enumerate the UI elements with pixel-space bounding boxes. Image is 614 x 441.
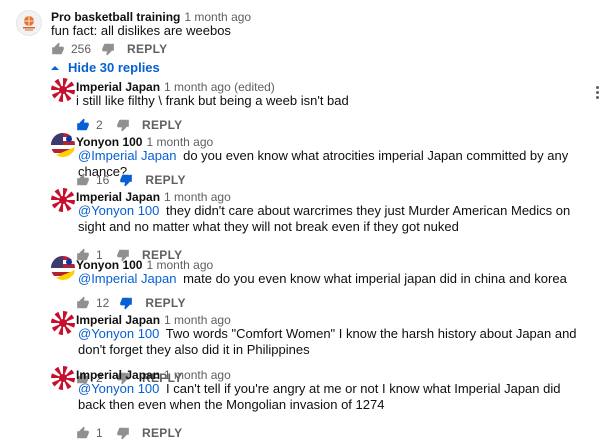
reply-mention-link[interactable]: @Imperial Japan (78, 148, 176, 163)
reply-text: mate do you even know what imperial japa… (183, 271, 567, 286)
reply-author[interactable]: Yonyon 100 (76, 135, 142, 149)
rising-sun-flag-icon (51, 188, 75, 212)
reply-time[interactable]: 1 month ago (146, 258, 213, 272)
reply-author[interactable]: Imperial Japan (76, 190, 160, 204)
reply-button[interactable]: REPLY (145, 296, 185, 310)
thumbs-up-icon[interactable] (76, 173, 90, 187)
flag-avatar-icon (51, 256, 75, 280)
avatar[interactable] (51, 188, 75, 212)
avatar[interactable] (51, 78, 75, 102)
comment-author[interactable]: Pro basketball training (51, 10, 180, 24)
reply-button[interactable]: REPLY (127, 42, 167, 56)
comment-text: fun fact: all dislikes are weebos (51, 23, 231, 38)
reply-mention-link[interactable]: @Imperial Japan (78, 271, 176, 286)
reply-time[interactable]: 1 month ago (edited) (164, 80, 275, 94)
reply-button[interactable]: REPLY (142, 118, 182, 132)
reply-text-block: i still like filthy \ frank but being a … (76, 93, 596, 109)
like-count: 1 (96, 426, 103, 440)
comment-time[interactable]: 1 month ago (184, 10, 251, 24)
basketball-logo-icon (23, 16, 35, 31)
thumbs-down-icon[interactable] (116, 426, 130, 440)
reply-actions: 1 REPLY (76, 425, 182, 441)
reply-button[interactable]: REPLY (145, 173, 185, 187)
reply-author[interactable]: Imperial Japan (76, 368, 160, 382)
thumbs-up-icon[interactable] (51, 42, 65, 56)
rising-sun-flag-icon (51, 366, 75, 390)
like-count: 16 (96, 173, 110, 187)
reply-author[interactable]: Imperial Japan (76, 313, 160, 327)
thumbs-up-icon[interactable] (76, 118, 90, 132)
reply-mention-link[interactable]: @Yonyon 100 (78, 381, 159, 396)
reply-time[interactable]: 1 month ago (164, 313, 231, 327)
reply-text: i still like filthy \ frank but being a … (76, 93, 349, 108)
thumbs-down-icon[interactable] (119, 173, 133, 187)
rising-sun-flag-icon (51, 78, 75, 102)
reply-text-block: @Yonyon 100 they didn't care about warcr… (78, 203, 578, 235)
reply-author[interactable]: Yonyon 100 (76, 258, 142, 272)
thumbs-down-icon[interactable] (119, 296, 133, 310)
like-count: 2 (96, 118, 103, 132)
reply-mention-link[interactable]: @Yonyon 100 (78, 326, 159, 341)
reply-text-block: @Imperial Japan mate do you even know wh… (78, 271, 598, 287)
reply-time[interactable]: 1 month ago (164, 368, 231, 382)
like-count: 12 (96, 296, 110, 310)
reply-text-block: @Yonyon 100 Two words "Comfort Women" I … (78, 326, 578, 358)
caret-up-icon (51, 65, 59, 70)
avatar[interactable] (16, 10, 42, 36)
reply-actions: 12 REPLY (76, 295, 186, 311)
reply-button[interactable]: REPLY (142, 426, 182, 440)
reply-actions: 2 REPLY (76, 117, 182, 133)
reply-time[interactable]: 1 month ago (146, 135, 213, 149)
hide-replies-toggle[interactable]: Hide 30 replies (49, 60, 160, 75)
thumbs-up-icon[interactable] (76, 426, 90, 440)
avatar[interactable] (51, 256, 75, 280)
like-count: 256 (71, 42, 92, 56)
avatar[interactable] (51, 133, 75, 157)
reply-time[interactable]: 1 month ago (164, 190, 231, 204)
avatar[interactable] (51, 311, 75, 335)
hide-replies-label: Hide 30 replies (68, 60, 160, 75)
flag-avatar-icon (51, 133, 75, 157)
more-options-icon[interactable] (596, 86, 599, 99)
reply-mention-link[interactable]: @Yonyon 100 (78, 203, 159, 218)
thumbs-down-icon[interactable] (116, 118, 130, 132)
rising-sun-flag-icon (51, 311, 75, 335)
reply-text-block: @Yonyon 100 I can't tell if you're angry… (78, 381, 578, 413)
avatar[interactable] (51, 366, 75, 390)
reply-author[interactable]: Imperial Japan (76, 80, 160, 94)
thumbs-up-icon[interactable] (76, 296, 90, 310)
comment-actions: 256 REPLY (51, 41, 167, 57)
reply-actions: 16 REPLY (76, 172, 186, 188)
thumbs-down-icon[interactable] (101, 42, 115, 56)
